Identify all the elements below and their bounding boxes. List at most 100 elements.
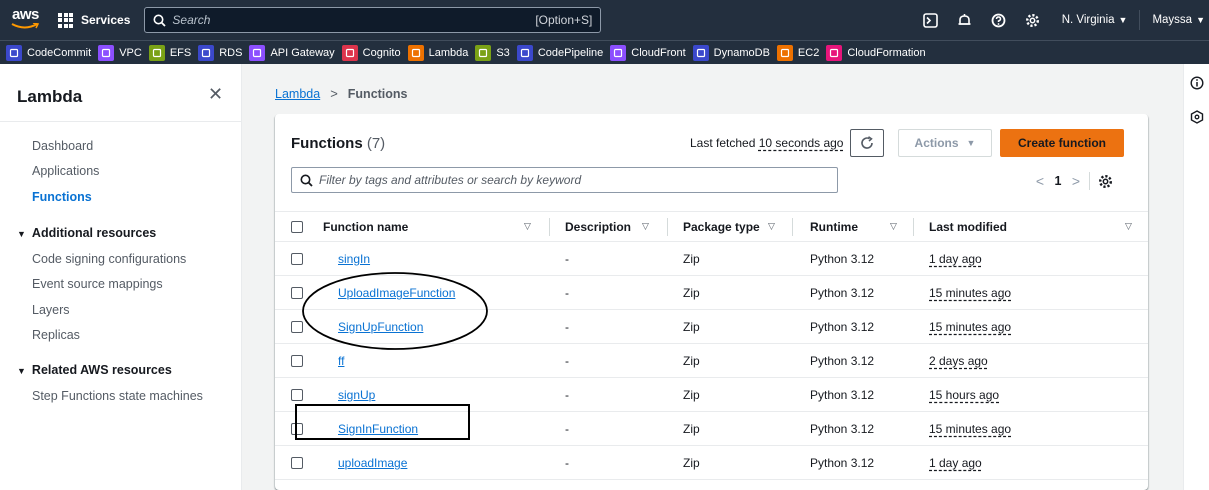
favorite-efs[interactable]: EFS — [148, 44, 191, 61]
favorite-cognito[interactable]: Cognito — [341, 44, 401, 61]
settings-gear-icon[interactable] — [1098, 174, 1113, 189]
sort-icon[interactable]: ▽ — [1125, 221, 1132, 232]
functions-panel: Functions (7) Last fetched 10 seconds ag… — [275, 114, 1148, 490]
description-cell: - — [565, 388, 569, 402]
help-icon[interactable] — [982, 0, 1016, 40]
caret-down-icon: ▼ — [17, 366, 26, 376]
column-header-package-type[interactable]: Package type — [683, 220, 760, 234]
region-selector[interactable]: N. Virginia ▼ — [1050, 14, 1140, 26]
function-name-link[interactable]: SignUpFunction — [338, 320, 423, 334]
favorite-label: S3 — [496, 46, 510, 59]
sidebar-item-layers[interactable]: Layers — [32, 303, 70, 317]
function-name-link[interactable]: uploadImage — [338, 456, 407, 470]
row-checkbox[interactable] — [291, 389, 303, 401]
sort-icon[interactable]: ▽ — [890, 221, 897, 232]
description-cell: - — [565, 354, 569, 368]
favorite-label: EC2 — [797, 46, 820, 59]
sidebar-section-additional-resources[interactable]: ▼ Additional resources — [17, 226, 156, 240]
info-icon[interactable] — [1190, 76, 1204, 90]
function-name-link[interactable]: UploadImageFunction — [338, 286, 455, 300]
column-separator — [549, 218, 550, 236]
sort-icon[interactable]: ▽ — [524, 221, 531, 232]
favorite-label: API Gateway — [270, 46, 335, 59]
sort-icon[interactable]: ▽ — [768, 221, 775, 232]
sidebar-title: Lambda — [17, 87, 83, 106]
filter-input[interactable] — [319, 173, 829, 187]
package-type-cell: Zip — [683, 286, 700, 300]
function-name-link[interactable]: signUp — [338, 388, 375, 402]
sidebar-item-replicas[interactable]: Replicas — [32, 328, 80, 342]
filter-box[interactable] — [291, 167, 838, 193]
page-number[interactable]: 1 — [1049, 174, 1067, 188]
efs-service-icon — [148, 44, 165, 61]
last-modified-cell: 15 minutes ago — [929, 320, 1012, 334]
table-row: singIn - Zip Python 3.12 1 day ago — [275, 242, 1148, 276]
row-checkbox[interactable] — [291, 253, 303, 265]
gear-icon[interactable] — [1016, 0, 1050, 40]
favorite-rds[interactable]: RDS — [198, 44, 242, 61]
actions-dropdown-button[interactable]: Actions ▼ — [898, 129, 992, 157]
cloudshell-icon[interactable] — [914, 0, 948, 40]
chevron-right-icon: > — [330, 86, 338, 101]
favorites-bar: CodeCommit VPC EFS RDS API Gateway Cognito Lam… — [0, 40, 1209, 64]
close-icon[interactable]: ✕ — [208, 84, 223, 105]
aws-logo[interactable]: aws — [9, 5, 43, 35]
favorite-label: CodeCommit — [27, 46, 92, 59]
row-checkbox[interactable] — [291, 423, 303, 435]
region-label: N. Virginia — [1061, 14, 1115, 26]
column-separator — [667, 218, 668, 236]
column-header-runtime[interactable]: Runtime — [810, 220, 858, 234]
function-name-link[interactable]: SignInFunction — [338, 422, 418, 436]
sidebar-item-step-functions[interactable]: Step Functions state machines — [32, 389, 203, 403]
top-right-controls: N. Virginia ▼ Mayssa ▼ — [914, 0, 1209, 40]
bell-icon[interactable] — [948, 0, 982, 40]
favorite-cloudfront[interactable]: CloudFront — [610, 44, 686, 61]
favorite-codepipeline[interactable]: CodePipeline — [516, 44, 603, 61]
favorite-lambda[interactable]: Lambda — [407, 44, 468, 61]
sidebar-item-code-signing[interactable]: Code signing configurations — [32, 252, 186, 266]
function-name-link[interactable]: ff — [338, 354, 344, 368]
favorite-api-gateway[interactable]: API Gateway — [249, 44, 335, 61]
favorite-dynamodb[interactable]: DynamoDB — [692, 44, 770, 61]
favorite-label: VPC — [119, 46, 142, 59]
sidebar-item-event-source-mappings[interactable]: Event source mappings — [32, 277, 163, 291]
sidebar-section-related-aws-resources[interactable]: ▼ Related AWS resources — [17, 363, 172, 377]
description-cell: - — [565, 286, 569, 300]
sort-icon[interactable]: ▽ — [642, 221, 649, 232]
favorite-s3[interactable]: S3 — [475, 44, 510, 61]
s3-service-icon — [475, 44, 492, 61]
sidebar-item-applications[interactable]: Applications — [32, 164, 99, 178]
column-header-last-modified[interactable]: Last modified — [929, 220, 1007, 234]
prev-page-icon[interactable]: < — [1031, 173, 1049, 189]
package-type-cell: Zip — [683, 252, 700, 266]
global-search[interactable]: [Option+S] — [144, 7, 602, 33]
account-menu[interactable]: Mayssa ▼ — [1140, 14, 1209, 26]
next-page-icon[interactable]: > — [1067, 173, 1085, 189]
column-header-description[interactable]: Description — [565, 220, 631, 234]
function-name-link[interactable]: singIn — [338, 252, 370, 266]
last-modified-cell: 15 hours ago — [929, 388, 1000, 402]
search-input[interactable] — [172, 13, 536, 27]
refresh-button[interactable] — [850, 129, 884, 157]
row-checkbox[interactable] — [291, 287, 303, 299]
favorite-vpc[interactable]: VPC — [98, 44, 142, 61]
feedback-icon[interactable] — [1190, 110, 1204, 124]
aws-logo-text: aws — [12, 6, 39, 23]
package-type-cell: Zip — [683, 320, 700, 334]
sidebar-item-dashboard[interactable]: Dashboard — [32, 139, 93, 153]
create-function-button[interactable]: Create function — [1000, 129, 1124, 157]
row-checkbox[interactable] — [291, 321, 303, 333]
favorite-codecommit[interactable]: CodeCommit — [6, 44, 92, 61]
services-menu-button[interactable]: Services — [58, 5, 130, 35]
row-checkbox[interactable] — [291, 457, 303, 469]
breadcrumb-lambda-link[interactable]: Lambda — [275, 87, 320, 101]
divider — [1089, 172, 1090, 190]
column-header-function-name[interactable]: Function name — [323, 220, 408, 234]
sidebar-item-functions[interactable]: Functions — [32, 190, 92, 204]
favorite-label: CloudFormation — [847, 46, 926, 59]
favorite-cloudformation[interactable]: CloudFormation — [826, 44, 926, 61]
select-all-checkbox[interactable] — [291, 221, 303, 233]
aws-smile-icon — [11, 23, 39, 29]
favorite-ec2[interactable]: EC2 — [776, 44, 820, 61]
row-checkbox[interactable] — [291, 355, 303, 367]
